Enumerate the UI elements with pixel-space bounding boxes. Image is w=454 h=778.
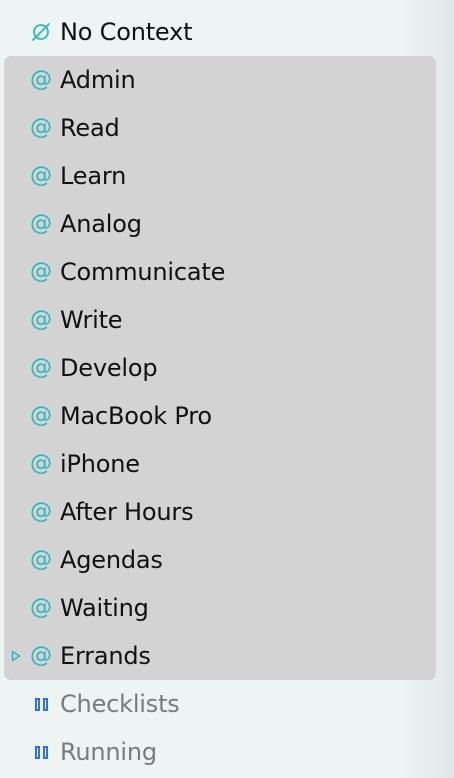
at-glyph: @ — [30, 259, 52, 284]
sidebar-item-label: MacBook Pro — [60, 402, 212, 430]
sidebar-item-label: Learn — [60, 162, 127, 190]
sidebar-item-label: After Hours — [60, 498, 194, 526]
at-icon: @ — [30, 536, 52, 584]
sidebar-item-label: Read — [60, 114, 120, 142]
at-icon: @ — [30, 104, 52, 152]
at-icon: @ — [30, 440, 52, 488]
perspective-icon — [30, 728, 52, 776]
sidebar-item-checklists[interactable]: Checklists — [0, 680, 436, 728]
sidebar-item-label: Communicate — [60, 258, 226, 286]
sidebar-item-label: Develop — [60, 354, 158, 382]
at-glyph: @ — [30, 211, 52, 236]
sidebar-item-label: Agendas — [60, 546, 163, 574]
sidebar-item-after-hours[interactable]: @ After Hours — [0, 488, 436, 536]
at-icon: @ — [30, 584, 52, 632]
at-glyph: @ — [30, 355, 52, 380]
at-glyph: @ — [30, 451, 52, 476]
sidebar-item-waiting[interactable]: @ Waiting — [0, 584, 436, 632]
perspective-icon — [30, 680, 52, 728]
sidebar-item-label: No Context — [60, 18, 193, 46]
sidebar-item-analog[interactable]: @ Analog — [0, 200, 436, 248]
at-icon: @ — [30, 632, 52, 680]
at-icon: @ — [30, 56, 52, 104]
sidebar-item-label: Analog — [60, 210, 142, 238]
at-glyph: @ — [30, 643, 52, 668]
at-glyph: @ — [30, 163, 52, 188]
sidebar-item-read[interactable]: @ Read — [0, 104, 436, 152]
at-icon: @ — [30, 200, 52, 248]
at-icon: @ — [30, 488, 52, 536]
sidebar-item-label: Write — [60, 306, 123, 334]
sidebar-item-errands[interactable]: @ Errands — [0, 632, 436, 680]
sidebar-item-learn[interactable]: @ Learn — [0, 152, 436, 200]
at-glyph: @ — [30, 67, 52, 92]
sidebar-item-agendas[interactable]: @ Agendas — [0, 536, 436, 584]
at-glyph: @ — [30, 403, 52, 428]
sidebar-item-label: Admin — [60, 66, 136, 94]
at-glyph: @ — [30, 307, 52, 332]
sidebar-item-running[interactable]: Running — [0, 728, 436, 776]
sidebar-item-label: Running — [60, 738, 157, 766]
sidebar-item-macbook-pro[interactable]: @ MacBook Pro — [0, 392, 436, 440]
at-icon: @ — [30, 344, 52, 392]
sidebar-item-iphone[interactable]: @ iPhone — [0, 440, 436, 488]
sidebar-item-label: iPhone — [60, 450, 140, 478]
at-icon: @ — [30, 392, 52, 440]
sidebar-item-communicate[interactable]: @ Communicate — [0, 248, 436, 296]
sidebar-item-develop[interactable]: @ Develop — [0, 344, 436, 392]
at-icon: @ — [30, 152, 52, 200]
sidebar-item-admin[interactable]: @ Admin — [0, 56, 436, 104]
sidebar-item-label: Errands — [60, 642, 151, 670]
sidebar-item-write[interactable]: @ Write — [0, 296, 436, 344]
at-glyph: @ — [30, 595, 52, 620]
at-icon: @ — [30, 248, 52, 296]
contexts-sidebar: No Context @ Admin @ Read @ Learn @ Anal… — [0, 0, 454, 778]
sidebar-item-label: Waiting — [60, 594, 149, 622]
at-icon: @ — [30, 296, 52, 344]
disclosure-triangle-icon[interactable] — [10, 632, 22, 680]
sidebar-item-label: Checklists — [60, 690, 180, 718]
at-glyph: @ — [30, 547, 52, 572]
no-context-icon — [30, 8, 52, 56]
at-glyph: @ — [30, 115, 52, 140]
sidebar-item-no-context[interactable]: No Context — [0, 8, 436, 56]
at-glyph: @ — [30, 499, 52, 524]
